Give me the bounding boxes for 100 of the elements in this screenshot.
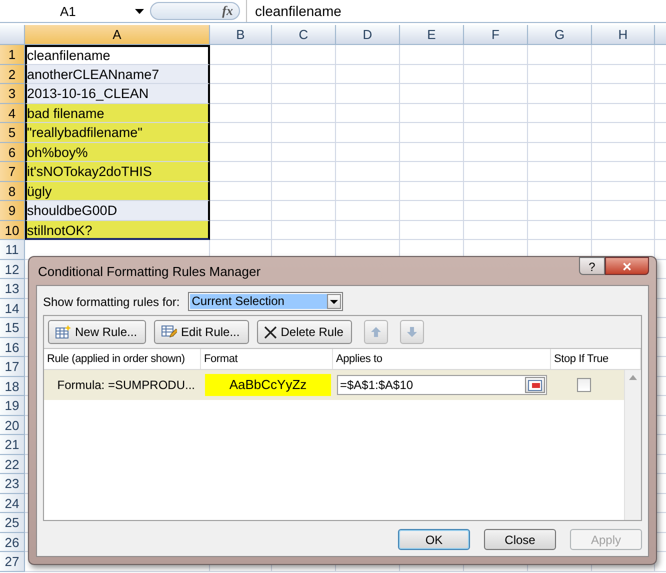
function-button[interactable]: fx: [150, 2, 240, 20]
formula-field[interactable]: cleanfilename: [246, 0, 666, 22]
row-header[interactable]: 26: [0, 532, 25, 552]
row-header[interactable]: 3: [0, 84, 25, 104]
row-header[interactable]: 8: [0, 182, 25, 201]
column-header[interactable]: G: [528, 25, 592, 45]
edit-rule-button[interactable]: Edit Rule...: [154, 320, 249, 344]
table-add-icon: [55, 325, 71, 339]
delete-rule-button[interactable]: Delete Rule: [256, 320, 352, 344]
row-header[interactable]: 25: [0, 513, 25, 532]
table-cell: [272, 142, 336, 162]
table-cell: [272, 123, 336, 142]
move-up-button[interactable]: [364, 320, 388, 344]
table-cell: [528, 201, 592, 220]
table-cell: [336, 162, 400, 182]
column-header[interactable]: B: [210, 25, 272, 45]
table-cell: [592, 123, 655, 142]
range-select-icon: [528, 380, 542, 390]
table-cell: [528, 182, 592, 201]
scrollbar[interactable]: [624, 370, 641, 520]
table-cell: [210, 84, 272, 104]
row-header[interactable]: 6: [0, 142, 25, 162]
table-cell: bad filename: [25, 104, 210, 123]
row-header[interactable]: 16: [0, 338, 25, 357]
up-arrow-icon: [371, 327, 382, 337]
row-header[interactable]: 1: [0, 45, 25, 64]
table-cell: [528, 162, 592, 182]
new-rule-button[interactable]: New Rule...: [48, 320, 146, 344]
row-header[interactable]: 12: [0, 260, 25, 279]
table-cell: [464, 84, 528, 104]
row-header[interactable]: 10: [0, 220, 25, 240]
table-cell: [528, 84, 592, 104]
table-cell: ügly: [25, 182, 210, 201]
table-cell: [528, 123, 592, 142]
row-header[interactable]: 20: [0, 416, 25, 435]
column-header[interactable]: A: [25, 25, 210, 45]
table-cell: [400, 64, 464, 84]
table-cell: [400, 104, 464, 123]
table-cell: [464, 64, 528, 84]
table-cell: [400, 45, 464, 64]
row-header[interactable]: 14: [0, 298, 25, 318]
row-header[interactable]: 4: [0, 104, 25, 123]
rule-row[interactable]: Formula: =SUMPRODU... AaBbCcYyZz =$A$1:$A$10: [44, 370, 624, 400]
table-cell: [528, 45, 592, 64]
row-header[interactable]: 2: [0, 64, 25, 84]
table-cell: [336, 104, 400, 123]
show-rules-label: Show formatting rules for:: [43, 294, 180, 308]
table-cell: [336, 201, 400, 220]
row-header[interactable]: 5: [0, 123, 25, 142]
column-header[interactable]: H: [592, 25, 655, 45]
table-cell: [400, 162, 464, 182]
applies-to-field[interactable]: =$A$1:$A$10: [337, 375, 547, 395]
column-header[interactable]: F: [464, 25, 528, 45]
column-header[interactable]: C: [272, 25, 336, 45]
select-all-corner[interactable]: [0, 25, 25, 45]
table-cell: [592, 182, 655, 201]
dialog-button[interactable]: Close: [484, 529, 556, 550]
row-header[interactable]: 19: [0, 396, 25, 416]
row-header[interactable]: 24: [0, 494, 25, 513]
row-header[interactable]: 21: [0, 435, 25, 454]
table-cell: it'sNOTokay2doTHIS: [25, 162, 210, 182]
caret-icon: [330, 300, 338, 304]
table-cell: [210, 64, 272, 84]
delete-icon: [264, 326, 277, 338]
row-header[interactable]: 17: [0, 357, 25, 376]
table-cell: [464, 162, 528, 182]
table-cell: stillnotOK?: [25, 220, 210, 240]
name-box[interactable]: A1: [0, 0, 150, 22]
row-header[interactable]: 15: [0, 318, 25, 338]
collapse-dialog-button[interactable]: [525, 377, 545, 393]
column-header: Format: [201, 349, 333, 369]
column-header[interactable]: E: [400, 25, 464, 45]
row-header[interactable]: 13: [0, 279, 25, 298]
table-cell: [400, 123, 464, 142]
column-header[interactable]: D: [336, 25, 400, 45]
table-cell: 2013-10-16_CLEAN: [25, 84, 210, 104]
row-header[interactable]: 11: [0, 240, 25, 260]
table-cell: [210, 45, 272, 64]
table-edit-icon: [161, 325, 178, 339]
table-cell: [528, 64, 592, 84]
table-cell: [528, 104, 592, 123]
row-header[interactable]: 23: [0, 474, 25, 494]
help-button[interactable]: ?: [579, 257, 605, 275]
show-rules-dropdown[interactable]: Current Selection: [188, 292, 343, 311]
table-cell: [464, 201, 528, 220]
row-header[interactable]: 18: [0, 376, 25, 396]
table-cell: [528, 142, 592, 162]
row-header[interactable]: 7: [0, 162, 25, 182]
row-header[interactable]: 9: [0, 201, 25, 220]
table-cell: [592, 162, 655, 182]
row-header[interactable]: 22: [0, 454, 25, 474]
scroll-up-icon: [629, 375, 637, 380]
dialog-button[interactable]: OK: [398, 529, 470, 550]
move-down-button[interactable]: [400, 320, 424, 344]
column-header: Stop If True: [551, 349, 641, 369]
stop-if-true-checkbox[interactable]: [577, 378, 591, 392]
column-header: Rule (applied in order shown): [44, 349, 201, 369]
row-header[interactable]: 27: [0, 552, 25, 572]
table-cell: [464, 142, 528, 162]
caret-icon: [135, 8, 144, 14]
